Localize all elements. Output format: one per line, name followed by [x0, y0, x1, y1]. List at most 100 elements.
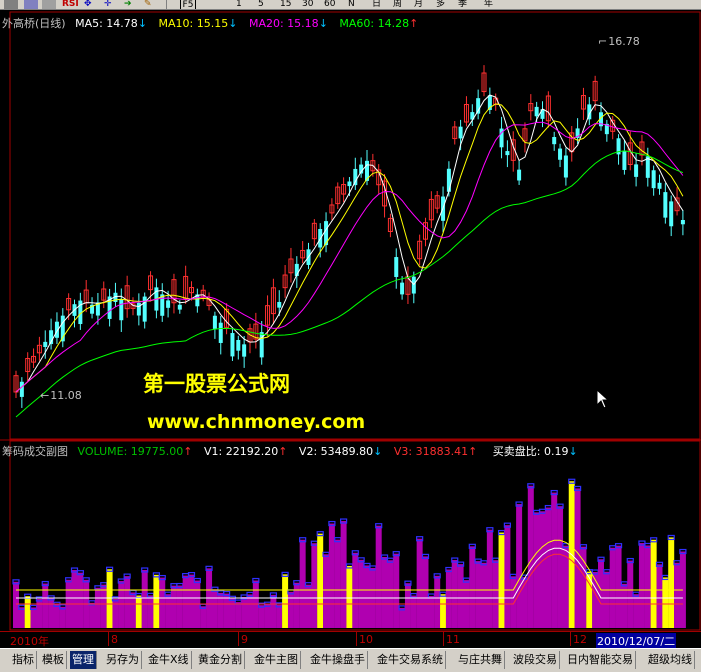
volume-bar — [387, 560, 394, 628]
tab-8[interactable]: 金牛交易系统 — [375, 651, 446, 669]
volume-bar — [106, 569, 113, 628]
volume-bar — [147, 595, 154, 628]
volume-bar — [293, 582, 300, 628]
mouse-cursor-icon — [596, 389, 610, 409]
volume-bar — [211, 589, 218, 628]
candle-body-down — [230, 333, 235, 357]
volume-bar — [486, 529, 493, 628]
month-tick — [238, 632, 239, 646]
tab-1[interactable]: 模板 — [40, 651, 67, 669]
tab-12[interactable]: 超级均线 — [646, 651, 695, 669]
month-label: 10 — [359, 633, 373, 646]
volume-bar — [77, 572, 84, 628]
volume-bar — [399, 607, 406, 628]
stock-name: 外高桥(日线) — [2, 17, 66, 30]
volume-value: VOLUME: 19775.00 — [77, 445, 184, 458]
tab-5[interactable]: 黄金分割 — [196, 651, 245, 669]
volume-bar — [609, 547, 616, 628]
candle-body-down — [43, 341, 48, 347]
candle-body-down — [277, 301, 282, 308]
low-marker-icon: ← — [40, 389, 50, 402]
tab-9[interactable]: 与庄共舞 — [456, 651, 505, 669]
volume-bar — [668, 537, 675, 628]
candle-body-down — [394, 257, 399, 277]
volume-bar — [656, 564, 663, 628]
volume-bar — [422, 556, 429, 628]
date-axis: 2010年 8 9 10 11 12 2010/12/07/二 — [0, 631, 701, 649]
volume-bar — [451, 560, 458, 628]
month-label: 9 — [241, 633, 248, 646]
volume-bar — [100, 584, 107, 628]
volume-bar — [381, 557, 388, 628]
volume-bar — [545, 507, 552, 628]
volume-bar — [18, 607, 25, 628]
ma5-value: MA5: 14.78 — [75, 17, 138, 30]
volume-bar — [580, 546, 587, 628]
candle-body-down — [657, 182, 662, 189]
volume-bar — [241, 596, 248, 628]
tab-10[interactable]: 波段交易 — [511, 651, 560, 669]
volume-bar — [504, 525, 511, 628]
bottom-tab-bar: 指标 模板 管理 另存为 金牛X线 黄金分割 金牛主图 金牛操盘手 金牛交易系统 与庄共舞 波段交易… — [0, 648, 701, 672]
v1-value: V1: 22192.20 — [203, 445, 279, 458]
candle-body-down — [534, 106, 539, 117]
volume-bar — [305, 584, 312, 628]
up-arrow-icon: ↑ — [183, 445, 193, 458]
month-label: 8 — [111, 633, 118, 646]
volume-bar — [603, 571, 610, 628]
volume-bar — [276, 604, 283, 628]
candle-body-down — [517, 169, 522, 181]
volume-bar — [235, 602, 242, 628]
volume-bar — [247, 594, 253, 628]
volume-bar — [176, 585, 183, 628]
volume-bar — [358, 559, 365, 628]
volume-bar — [557, 506, 564, 628]
volume-bar — [141, 570, 148, 628]
volume-bar — [323, 554, 330, 628]
candle-body-down — [446, 168, 451, 192]
indicator-name: 筹码成交副图 — [2, 445, 68, 458]
month-tick — [443, 632, 444, 646]
tab-11[interactable]: 日内智能交易 — [565, 651, 636, 669]
high-marker-icon: ⌐ — [598, 35, 608, 48]
volume-bar — [36, 598, 43, 628]
tab-6[interactable]: 金牛主图 — [252, 651, 301, 669]
volume-bar — [53, 604, 60, 628]
tab-4[interactable]: 金牛X线 — [146, 651, 192, 669]
tab-2[interactable]: 管理 — [70, 651, 97, 669]
year-label: 2010年 — [10, 635, 49, 648]
watermark-title: 第一股票公式网 — [143, 372, 290, 396]
volume-bar — [118, 581, 125, 628]
volume-bar — [200, 606, 207, 628]
candle-body-down — [242, 344, 247, 357]
volume-bar — [299, 539, 306, 628]
volume-bar — [393, 553, 400, 628]
high-price-value: 16.78 — [608, 35, 640, 48]
tab-0[interactable]: 指标 — [10, 651, 37, 669]
volume-bar — [434, 575, 441, 628]
down-arrow-icon: ↓ — [228, 17, 238, 30]
up-arrow-icon: ↑ — [409, 17, 419, 30]
volume-bar — [492, 560, 499, 628]
up-arrow-icon: ↑ — [468, 445, 478, 458]
volume-bar — [112, 598, 119, 628]
volume-bar — [551, 492, 558, 628]
month-tick — [356, 632, 357, 646]
candle-body-down — [347, 181, 352, 187]
candle-body-down — [19, 381, 24, 397]
volume-bar — [159, 577, 166, 628]
ma60-value: MA60: 14.28 — [339, 17, 410, 30]
month-label: 11 — [446, 633, 460, 646]
up-arrow-icon: ↑ — [278, 445, 288, 458]
volume-bar — [170, 585, 177, 628]
tab-7[interactable]: 金牛操盘手 — [308, 651, 368, 669]
ma10-line — [15, 103, 684, 393]
tab-3[interactable]: 另存为 — [104, 651, 142, 669]
volume-bar — [264, 604, 271, 628]
volume-bar — [13, 581, 19, 628]
candle-body-down — [552, 137, 557, 145]
down-arrow-icon: ↓ — [568, 445, 578, 458]
volume-bar — [317, 533, 324, 628]
volume-bar — [416, 538, 423, 628]
volume-bar — [229, 598, 236, 628]
